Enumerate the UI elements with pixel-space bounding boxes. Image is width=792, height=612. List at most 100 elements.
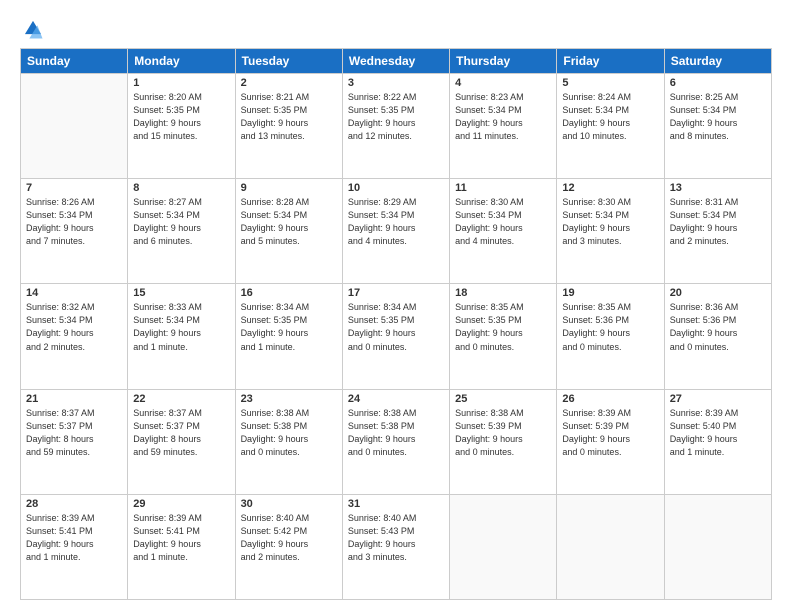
day-header-friday: Friday: [557, 49, 664, 74]
calendar-cell: 10 Sunrise: 8:29 AM Sunset: 5:34 PM Dayli…: [342, 179, 449, 284]
cell-info: Sunrise: 8:20 AM Sunset: 5:35 PM Dayligh…: [133, 91, 229, 143]
calendar-cell: 14 Sunrise: 8:32 AM Sunset: 5:34 PM Dayli…: [21, 284, 128, 389]
calendar-cell: [450, 494, 557, 599]
calendar-cell: [21, 74, 128, 179]
calendar-cell: 11 Sunrise: 8:30 AM Sunset: 5:34 PM Dayli…: [450, 179, 557, 284]
calendar-cell: 4Sunrise: 8:23 AM Sunset: 5:34 PM Daylig…: [450, 74, 557, 179]
cell-info: Sunrise: 8:24 AM Sunset: 5:34 PM Dayligh…: [562, 91, 658, 143]
cell-info: Sunrise: 8:37 AM Sunset: 5:37 PM Dayligh…: [26, 407, 122, 459]
calendar-table: SundayMondayTuesdayWednesdayThursdayFrid…: [20, 48, 772, 600]
day-number: 27: [670, 393, 766, 405]
week-row-3: 21 Sunrise: 8:37 AM Sunset: 5:37 PM Dayli…: [21, 389, 772, 494]
day-number: 25: [455, 393, 551, 405]
calendar-cell: 23 Sunrise: 8:38 AM Sunset: 5:38 PM Dayli…: [235, 389, 342, 494]
day-number: 31: [348, 498, 444, 510]
cell-info: Sunrise: 8:25 AM Sunset: 5:34 PM Dayligh…: [670, 91, 766, 143]
cell-info: Sunrise: 8:38 AM Sunset: 5:38 PM Dayligh…: [241, 407, 337, 459]
cell-info: Sunrise: 8:27 AM Sunset: 5:34 PM Dayligh…: [133, 196, 229, 248]
day-number: 22: [133, 393, 229, 405]
cell-info: Sunrise: 8:36 AM Sunset: 5:36 PM Dayligh…: [670, 301, 766, 353]
day-number: 20: [670, 287, 766, 299]
cell-info: Sunrise: 8:26 AM Sunset: 5:34 PM Dayligh…: [26, 196, 122, 248]
calendar-cell: 31Sunrise: 8:40 AM Sunset: 5:43 PM Dayli…: [342, 494, 449, 599]
day-number: 23: [241, 393, 337, 405]
day-number: 9: [241, 182, 337, 194]
calendar-cell: 8 Sunrise: 8:27 AM Sunset: 5:34 PM Daylig…: [128, 179, 235, 284]
cell-info: Sunrise: 8:23 AM Sunset: 5:34 PM Dayligh…: [455, 91, 551, 143]
day-header-thursday: Thursday: [450, 49, 557, 74]
calendar-cell: 6Sunrise: 8:25 AM Sunset: 5:34 PM Daylig…: [664, 74, 771, 179]
header: [20, 18, 772, 40]
calendar-cell: 1 Sunrise: 8:20 AM Sunset: 5:35 PM Daylig…: [128, 74, 235, 179]
calendar-cell: 3 Sunrise: 8:22 AM Sunset: 5:35 PM Daylig…: [342, 74, 449, 179]
day-number: 5: [562, 77, 658, 89]
day-number: 3: [348, 77, 444, 89]
cell-info: Sunrise: 8:31 AM Sunset: 5:34 PM Dayligh…: [670, 196, 766, 248]
cell-info: Sunrise: 8:39 AM Sunset: 5:40 PM Dayligh…: [670, 407, 766, 459]
cell-info: Sunrise: 8:29 AM Sunset: 5:34 PM Dayligh…: [348, 196, 444, 248]
day-number: 19: [562, 287, 658, 299]
calendar-cell: 5 Sunrise: 8:24 AM Sunset: 5:34 PM Daylig…: [557, 74, 664, 179]
day-number: 8: [133, 182, 229, 194]
cell-info: Sunrise: 8:34 AM Sunset: 5:35 PM Dayligh…: [241, 301, 337, 353]
cell-info: Sunrise: 8:40 AM Sunset: 5:42 PM Dayligh…: [241, 512, 337, 564]
day-number: 18: [455, 287, 551, 299]
day-number: 28: [26, 498, 122, 510]
day-number: 30: [241, 498, 337, 510]
day-number: 10: [348, 182, 444, 194]
day-number: 21: [26, 393, 122, 405]
calendar-cell: 15 Sunrise: 8:33 AM Sunset: 5:34 PM Dayli…: [128, 284, 235, 389]
week-row-1: 7 Sunrise: 8:26 AM Sunset: 5:34 PM Daylig…: [21, 179, 772, 284]
cell-info: Sunrise: 8:32 AM Sunset: 5:34 PM Dayligh…: [26, 301, 122, 353]
day-header-wednesday: Wednesday: [342, 49, 449, 74]
day-number: 11: [455, 182, 551, 194]
day-number: 12: [562, 182, 658, 194]
day-number: 29: [133, 498, 229, 510]
calendar-cell: 9 Sunrise: 8:28 AM Sunset: 5:34 PM Daylig…: [235, 179, 342, 284]
calendar-cell: [664, 494, 771, 599]
day-number: 15: [133, 287, 229, 299]
calendar-cell: 12 Sunrise: 8:30 AM Sunset: 5:34 PM Dayli…: [557, 179, 664, 284]
calendar-cell: [557, 494, 664, 599]
cell-info: Sunrise: 8:21 AM Sunset: 5:35 PM Dayligh…: [241, 91, 337, 143]
calendar-cell: 16 Sunrise: 8:34 AM Sunset: 5:35 PM Dayli…: [235, 284, 342, 389]
day-number: 2: [241, 77, 337, 89]
day-header-sunday: Sunday: [21, 49, 128, 74]
calendar-cell: 19 Sunrise: 8:35 AM Sunset: 5:36 PM Dayli…: [557, 284, 664, 389]
cell-info: Sunrise: 8:30 AM Sunset: 5:34 PM Dayligh…: [455, 196, 551, 248]
day-header-tuesday: Tuesday: [235, 49, 342, 74]
calendar-cell: 22Sunrise: 8:37 AM Sunset: 5:37 PM Dayli…: [128, 389, 235, 494]
day-number: 13: [670, 182, 766, 194]
calendar-cell: 26 Sunrise: 8:39 AM Sunset: 5:39 PM Dayli…: [557, 389, 664, 494]
day-number: 7: [26, 182, 122, 194]
calendar-cell: 7 Sunrise: 8:26 AM Sunset: 5:34 PM Daylig…: [21, 179, 128, 284]
logo-icon: [22, 18, 44, 40]
cell-info: Sunrise: 8:39 AM Sunset: 5:39 PM Dayligh…: [562, 407, 658, 459]
cell-info: Sunrise: 8:28 AM Sunset: 5:34 PM Dayligh…: [241, 196, 337, 248]
cell-info: Sunrise: 8:22 AM Sunset: 5:35 PM Dayligh…: [348, 91, 444, 143]
day-number: 16: [241, 287, 337, 299]
cell-info: Sunrise: 8:38 AM Sunset: 5:39 PM Dayligh…: [455, 407, 551, 459]
day-number: 17: [348, 287, 444, 299]
cell-info: Sunrise: 8:39 AM Sunset: 5:41 PM Dayligh…: [26, 512, 122, 564]
day-number: 14: [26, 287, 122, 299]
days-header-row: SundayMondayTuesdayWednesdayThursdayFrid…: [21, 49, 772, 74]
cell-info: Sunrise: 8:30 AM Sunset: 5:34 PM Dayligh…: [562, 196, 658, 248]
logo: [20, 18, 44, 40]
calendar-cell: 24 Sunrise: 8:38 AM Sunset: 5:38 PM Dayli…: [342, 389, 449, 494]
calendar-cell: 29 Sunrise: 8:39 AM Sunset: 5:41 PM Dayli…: [128, 494, 235, 599]
cell-info: Sunrise: 8:35 AM Sunset: 5:36 PM Dayligh…: [562, 301, 658, 353]
week-row-4: 28 Sunrise: 8:39 AM Sunset: 5:41 PM Dayli…: [21, 494, 772, 599]
week-row-0: 1 Sunrise: 8:20 AM Sunset: 5:35 PM Daylig…: [21, 74, 772, 179]
day-number: 24: [348, 393, 444, 405]
day-number: 26: [562, 393, 658, 405]
calendar-cell: 27 Sunrise: 8:39 AM Sunset: 5:40 PM Dayli…: [664, 389, 771, 494]
calendar-cell: 20 Sunrise: 8:36 AM Sunset: 5:36 PM Dayli…: [664, 284, 771, 389]
cell-info: Sunrise: 8:38 AM Sunset: 5:38 PM Dayligh…: [348, 407, 444, 459]
cell-info: Sunrise: 8:34 AM Sunset: 5:35 PM Dayligh…: [348, 301, 444, 353]
calendar-cell: 18Sunrise: 8:35 AM Sunset: 5:35 PM Dayli…: [450, 284, 557, 389]
day-number: 1: [133, 77, 229, 89]
cell-info: Sunrise: 8:33 AM Sunset: 5:34 PM Dayligh…: [133, 301, 229, 353]
day-header-monday: Monday: [128, 49, 235, 74]
cell-info: Sunrise: 8:39 AM Sunset: 5:41 PM Dayligh…: [133, 512, 229, 564]
